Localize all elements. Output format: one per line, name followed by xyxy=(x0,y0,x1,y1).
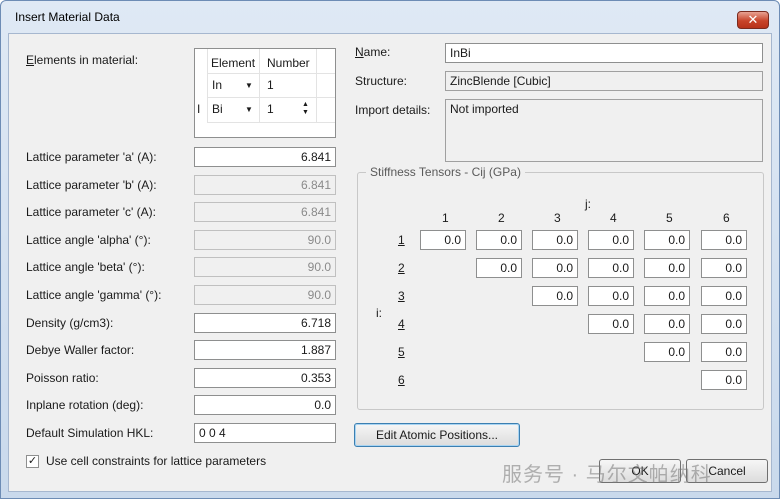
column-header: 5 xyxy=(666,211,673,225)
param-label: Lattice parameter 'a' (A): xyxy=(26,150,157,164)
cij-input[interactable]: 0.0 xyxy=(532,230,578,250)
cij-input[interactable]: 0.0 xyxy=(588,230,634,250)
dialog-window: Insert Material Data ✕ Elements in mater… xyxy=(0,0,780,499)
stiffness-tensors-group: Stiffness Tensors - Cij (GPa) j: i: 1 2 3 4… xyxy=(357,165,764,410)
cij-input[interactable]: 0.0 xyxy=(476,230,522,250)
row-header: 1 xyxy=(398,233,405,247)
element-column-header[interactable]: Element xyxy=(211,53,255,73)
cij-input[interactable]: 0.0 xyxy=(701,286,747,306)
title-bar: Insert Material Data ✕ xyxy=(1,1,779,31)
param-input: 90.0 xyxy=(194,257,336,277)
dropdown-arrow-icon[interactable]: ▼ xyxy=(245,74,253,97)
import-details-field: Not imported xyxy=(445,99,763,162)
param-label: Lattice angle 'alpha' (°): xyxy=(26,233,151,247)
param-input: 90.0 xyxy=(194,230,336,250)
param-label: Lattice angle 'beta' (°): xyxy=(26,260,145,274)
column-header: 6 xyxy=(723,211,730,225)
dialog-client-area: Elements in material: Element Number In … xyxy=(8,33,772,492)
param-label: Debye Waller factor: xyxy=(26,343,135,357)
cij-input[interactable]: 0.0 xyxy=(644,230,690,250)
elements-table[interactable]: Element Number In ▼ 1 I Bi ▼ 1 ▲ ▼ xyxy=(194,48,336,138)
dropdown-arrow-icon[interactable]: ▼ xyxy=(245,98,253,121)
constraints-checkbox[interactable]: ✓ xyxy=(26,455,39,468)
row-header: 5 xyxy=(398,345,405,359)
stiffness-group-title: Stiffness Tensors - Cij (GPa) xyxy=(366,165,525,179)
window-title: Insert Material Data xyxy=(15,10,120,24)
param-input[interactable]: 0.353 xyxy=(194,368,336,388)
param-input: 6.841 xyxy=(194,175,336,195)
param-label: Default Simulation HKL: xyxy=(26,426,154,440)
structure-field: ZincBlende [Cubic] xyxy=(445,71,763,91)
column-header: 2 xyxy=(498,211,505,225)
edit-atomic-positions-button[interactable]: Edit Atomic Positions... xyxy=(354,423,520,447)
cij-input[interactable]: 0.0 xyxy=(588,258,634,278)
j-axis-label: j: xyxy=(585,197,591,211)
param-input[interactable]: 1.887 xyxy=(194,340,336,360)
cij-input[interactable]: 0.0 xyxy=(644,286,690,306)
cij-input[interactable]: 0.0 xyxy=(701,314,747,334)
param-label: Lattice parameter 'c' (A): xyxy=(26,205,156,219)
i-axis-label: i: xyxy=(376,306,382,320)
param-label: Density (g/cm3): xyxy=(26,316,114,330)
row-header: 3 xyxy=(398,289,405,303)
param-input[interactable]: 6.718 xyxy=(194,313,336,333)
param-label: Lattice parameter 'b' (A): xyxy=(26,178,157,192)
spin-stepper-icon[interactable]: ▲ ▼ xyxy=(302,101,309,117)
cij-input[interactable]: 0.0 xyxy=(644,342,690,362)
column-header: 4 xyxy=(610,211,617,225)
param-input[interactable]: 6.841 xyxy=(194,147,336,167)
row-header: 2 xyxy=(398,261,405,275)
cij-input[interactable]: 0.0 xyxy=(420,230,466,250)
close-button[interactable]: ✕ xyxy=(737,11,769,29)
constraints-label[interactable]: Use cell constraints for lattice paramet… xyxy=(46,454,266,468)
param-label: Inplane rotation (deg): xyxy=(26,398,144,412)
cij-input[interactable]: 0.0 xyxy=(476,258,522,278)
name-input[interactable]: InBi xyxy=(445,43,763,63)
param-input[interactable]: 0 0 4 xyxy=(194,423,336,443)
cij-input[interactable]: 0.0 xyxy=(532,258,578,278)
cij-input[interactable]: 0.0 xyxy=(588,314,634,334)
cij-input[interactable]: 0.0 xyxy=(701,230,747,250)
number-cell[interactable]: 1 xyxy=(267,98,274,121)
cij-input[interactable]: 0.0 xyxy=(701,342,747,362)
structure-label: Structure: xyxy=(355,74,408,88)
watermark-text: 服务号 · 马尔文帕纳科 xyxy=(502,464,712,486)
row-header: 4 xyxy=(398,317,405,331)
param-label: Lattice angle 'gamma' (°): xyxy=(26,288,162,302)
column-header: 3 xyxy=(554,211,561,225)
number-cell[interactable]: 1 xyxy=(267,74,274,97)
cij-input[interactable]: 0.0 xyxy=(701,258,747,278)
name-label: Name: xyxy=(355,45,391,59)
cij-input[interactable]: 0.0 xyxy=(588,286,634,306)
cij-input[interactable]: 0.0 xyxy=(644,258,690,278)
param-input[interactable]: 0.0 xyxy=(194,395,336,415)
param-label: Poisson ratio: xyxy=(26,371,99,385)
import-details-label: Import details: xyxy=(355,103,431,117)
number-column-header[interactable]: Number xyxy=(267,53,310,73)
param-input: 6.841 xyxy=(194,202,336,222)
elements-label: Elements in material: xyxy=(26,53,139,67)
column-header: 1 xyxy=(442,211,449,225)
element-cell[interactable]: In xyxy=(212,74,222,97)
cij-input[interactable]: 0.0 xyxy=(532,286,578,306)
param-input: 90.0 xyxy=(194,285,336,305)
cij-input[interactable]: 0.0 xyxy=(644,314,690,334)
cij-input[interactable]: 0.0 xyxy=(701,370,747,390)
row-marker: I xyxy=(197,102,201,116)
element-cell[interactable]: Bi xyxy=(212,98,223,121)
row-header: 6 xyxy=(398,373,405,387)
